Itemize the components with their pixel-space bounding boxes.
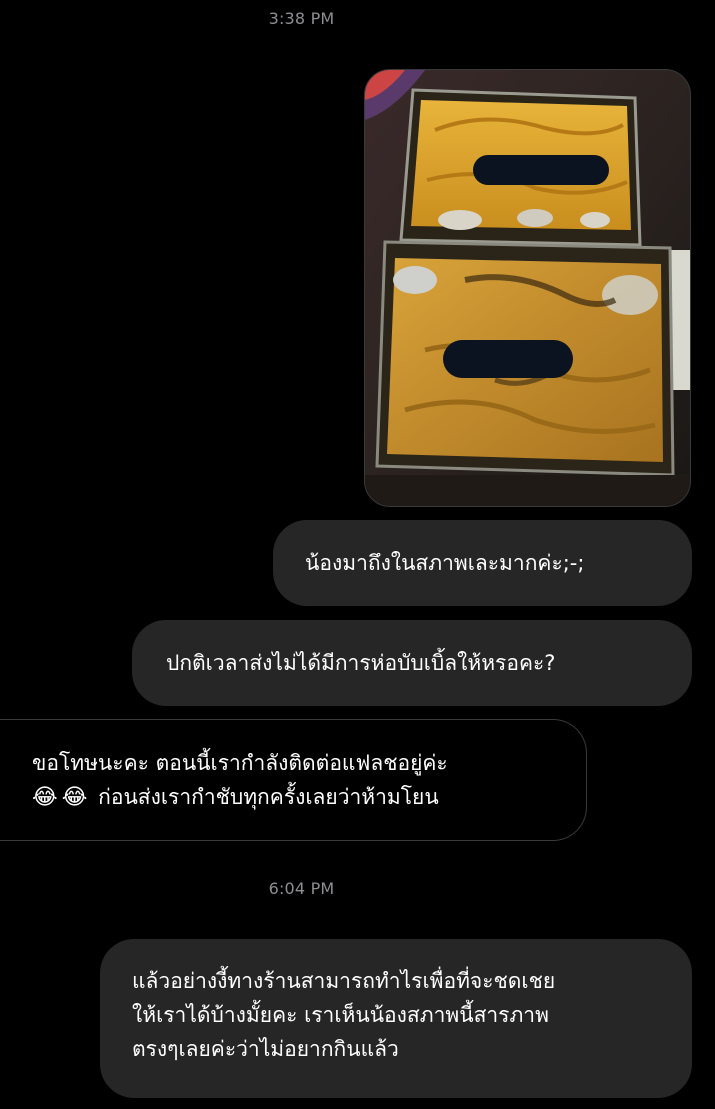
timestamp-1: 3:38 PM (268, 9, 335, 28)
message-text: น้องมาถึงในสภาพเละมากค่ะ;-; (305, 551, 585, 575)
message-text-line-1: ขอโทษนะคะ ตอนนี้เรากำลังติดต่อแฟลชอยู่ค่… (32, 751, 448, 775)
message-text-line-2: 😂 😂 ก่อนส่งเรากำชับทุกครั้งเลยว่าห้ามโยน (32, 780, 586, 815)
message-text-line-3: ตรงๆเลยค่ะว่าไม่อยากกินแล้ว (132, 1037, 399, 1061)
message-text: ก่อนส่งเรากำชับทุกครั้งเลยว่าห้ามโยน (98, 785, 439, 809)
message-outgoing-2[interactable]: ปกติเวลาส่งไม่ได้มีการห่อบับเบิ้ลให้หรอค… (132, 620, 692, 706)
laughing-emoji-icon: 😂 (61, 785, 88, 810)
message-text-line-1: แล้วอย่างงี้ทางร้านสามารถทำไรเพื่อที่จะช… (132, 969, 556, 993)
message-text: ปกติเวลาส่งไม่ได้มีการห่อบับเบิ้ลให้หรอค… (166, 651, 556, 675)
message-text-line-2: ให้เราได้บ้างมั้ยคะ เราเห็นน้องสภาพนี้สา… (132, 1003, 549, 1027)
message-incoming-1[interactable]: ขอโทษนะคะ ตอนนี้เรากำลังติดต่อแฟลชอยู่ค่… (0, 719, 587, 841)
laughing-emoji-icon: 😂 (32, 785, 58, 810)
timestamp-2: 6:04 PM (268, 879, 335, 898)
message-outgoing-1[interactable]: น้องมาถึงในสภาพเละมากค่ะ;-; (273, 520, 692, 606)
photo-message[interactable] (364, 69, 691, 507)
photo-durian-boxes (365, 70, 690, 506)
message-outgoing-3[interactable]: แล้วอย่างงี้ทางร้านสามารถทำไรเพื่อที่จะช… (100, 939, 692, 1098)
